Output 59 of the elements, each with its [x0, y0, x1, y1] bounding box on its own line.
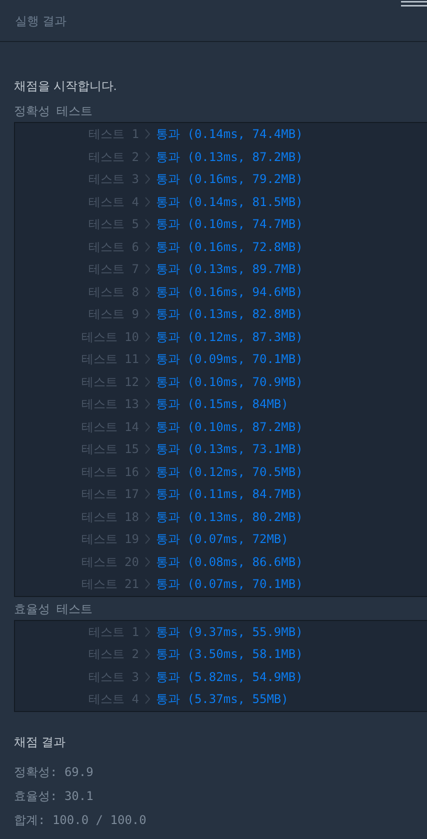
test-result: 통과 (5.82ms, 54.9MB) — [156, 670, 303, 683]
test-result: 통과 (9.37ms, 55.9MB) — [156, 626, 303, 638]
chevron-icon — [145, 672, 150, 682]
test-result: 통과 (0.13ms, 80.2MB) — [156, 510, 303, 523]
chevron-icon — [145, 354, 150, 364]
test-result: 통과 (0.16ms, 94.6MB) — [156, 286, 303, 298]
test-result: 통과 (0.09ms, 70.1MB) — [156, 353, 303, 366]
test-result: 통과 (0.07ms, 70.1MB) — [156, 578, 303, 590]
test-result: 통과 (0.12ms, 87.3MB) — [156, 330, 303, 343]
test-result: 통과 (0.10ms, 74.7MB) — [156, 218, 303, 230]
test-result: 통과 (0.13ms, 89.7MB) — [156, 263, 303, 276]
summary-title: 채점 결과 — [14, 736, 66, 750]
chevron-icon — [145, 626, 150, 637]
chevron-icon — [145, 444, 150, 454]
test-result: 통과 (0.12ms, 70.5MB) — [156, 466, 303, 478]
score-line: 효율성: 30.1 — [14, 788, 94, 804]
chevron-icon — [145, 332, 150, 342]
test-result: 통과 (0.13ms, 82.8MB) — [156, 308, 303, 320]
chevron-icon — [145, 556, 150, 567]
chevron-icon — [145, 152, 150, 162]
chevron-icon — [145, 309, 150, 320]
section-title: 효율성 테스트 — [14, 602, 93, 616]
score-line: 정확성: 69.9 — [14, 764, 94, 780]
chevron-icon — [145, 489, 150, 500]
chevron-icon — [145, 219, 150, 230]
panel-title: 실행 결과 — [15, 14, 66, 26]
chevron-icon — [145, 694, 150, 704]
test-result: 통과 (0.16ms, 72.8MB) — [156, 240, 303, 253]
chevron-icon — [145, 466, 150, 477]
drag-handle-icon[interactable] — [401, 1, 427, 7]
chevron-icon — [145, 196, 150, 207]
score-line: 합계: 100.0 / 100.0 — [14, 812, 146, 828]
test-result: 통과 (0.10ms, 87.2MB) — [156, 420, 303, 433]
test-result: 통과 (3.50ms, 58.1MB) — [156, 648, 303, 660]
chevron-icon — [145, 399, 150, 410]
test-result: 통과 (0.16ms, 79.2MB) — [156, 173, 303, 186]
chevron-icon — [145, 129, 150, 140]
chevron-icon — [145, 242, 150, 252]
test-result: 통과 (0.10ms, 70.9MB) — [156, 376, 303, 388]
test-result: 통과 (5.37ms, 55MB) — [156, 693, 288, 706]
test-result: 통과 (0.14ms, 81.5MB) — [156, 196, 303, 208]
chevron-icon — [145, 376, 150, 387]
chevron-icon — [145, 649, 150, 660]
test-result: 통과 (0.13ms, 87.2MB) — [156, 150, 303, 163]
chevron-icon — [145, 512, 150, 522]
test-result: 통과 (0.08ms, 86.6MB) — [156, 556, 303, 568]
test-result: 통과 (0.07ms, 72MB) — [156, 533, 288, 546]
test-result: 통과 (0.11ms, 84.7MB) — [156, 488, 303, 500]
chevron-icon — [145, 579, 150, 590]
chevron-icon — [145, 422, 150, 432]
test-result: 통과 (0.14ms, 74.4MB) — [156, 128, 303, 140]
status-message: 채점을 시작합니다. — [14, 80, 118, 94]
chevron-icon — [145, 534, 150, 544]
chevron-icon — [145, 264, 150, 274]
test-result: 통과 (0.15ms, 84MB) — [156, 398, 288, 410]
chevron-icon — [145, 286, 150, 297]
test-result: 통과 (0.13ms, 73.1MB) — [156, 443, 303, 456]
chevron-icon — [145, 174, 150, 184]
section-title: 정확성 테스트 — [14, 105, 93, 119]
